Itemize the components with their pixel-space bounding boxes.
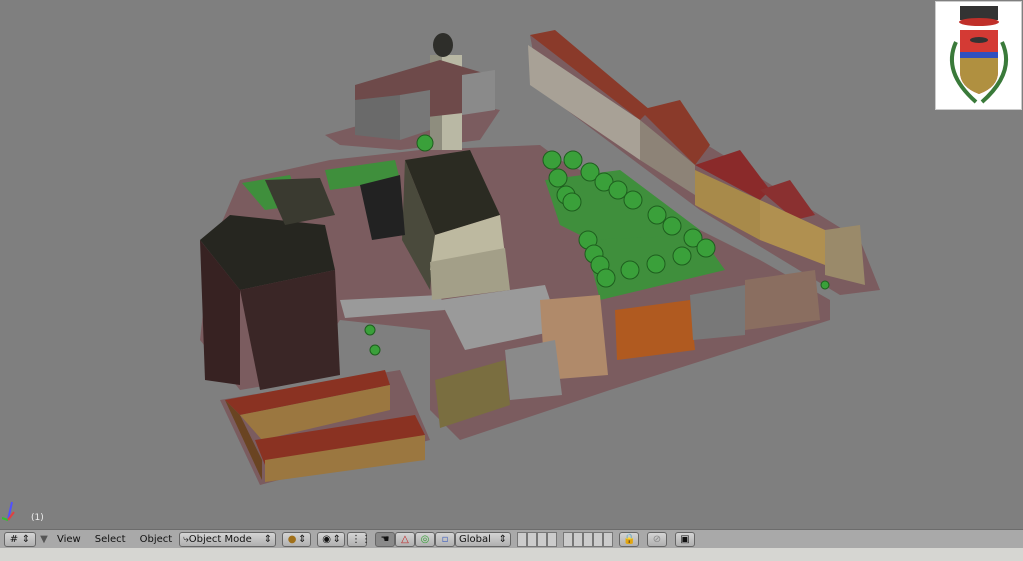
menu-view[interactable]: View	[57, 534, 81, 545]
link-icon: ⊘	[652, 533, 662, 545]
render-button[interactable]: ▣	[674, 531, 695, 547]
orientation-label: Global	[458, 533, 491, 545]
pivot-button[interactable]: ◉ ⇕	[316, 531, 345, 547]
updown-icon: ⇕	[21, 533, 31, 545]
hand-icon: ☚	[380, 533, 390, 545]
draw-type-button[interactable]: ● ⇕	[282, 531, 311, 547]
menu-select[interactable]: Select	[95, 534, 126, 545]
snap-grid-icon: ⋮⋮	[350, 533, 371, 545]
image-icon: ▣	[680, 533, 690, 545]
grid-icon: #	[9, 533, 19, 545]
link-button[interactable]: ⊘	[646, 531, 667, 547]
3d-view-header: # ⇕ ▼ View Select Object ⤷Object Mode ⇕ ● ⇕…	[0, 529, 1023, 548]
manipulator-toggle[interactable]: ☚	[374, 531, 395, 547]
orientation-select[interactable]: Global ⇕	[454, 531, 511, 547]
frame-number: (1)	[31, 513, 44, 523]
mode-label: Object Mode	[188, 533, 252, 545]
solid-sphere-icon: ●	[287, 533, 297, 545]
translate-manipulator[interactable]: △	[394, 531, 415, 547]
menu-object[interactable]: Object	[140, 534, 173, 545]
mode-select[interactable]: ⤷Object Mode ⇕	[179, 531, 277, 547]
coat-of-arms-logo	[935, 1, 1022, 110]
rotate-icon: ◎	[420, 533, 430, 545]
lower-panel	[0, 548, 1023, 561]
layer-buttons-2[interactable]	[562, 531, 613, 547]
scale-manipulator[interactable]: ▫	[434, 531, 455, 547]
updown-icon: ⇕	[263, 533, 273, 545]
collapse-triangle-icon[interactable]: ▼	[38, 534, 50, 545]
scale-icon: ▫	[441, 533, 449, 545]
pivot-icon: ◉	[322, 533, 331, 545]
snap-button[interactable]: ⋮⋮	[346, 531, 371, 547]
translate-icon: △	[401, 533, 409, 545]
3d-city-model	[200, 30, 880, 485]
layer-buttons-1[interactable]	[516, 531, 557, 547]
axis-gizmo-icon	[2, 501, 15, 521]
editor-type-button[interactable]: # ⇕	[4, 531, 36, 547]
3d-viewport[interactable]: (1)	[0, 0, 1023, 529]
lock-layers-button[interactable]: 🔒	[618, 531, 639, 547]
rotate-manipulator[interactable]: ◎	[414, 531, 435, 547]
lock-icon: 🔒	[622, 533, 636, 545]
